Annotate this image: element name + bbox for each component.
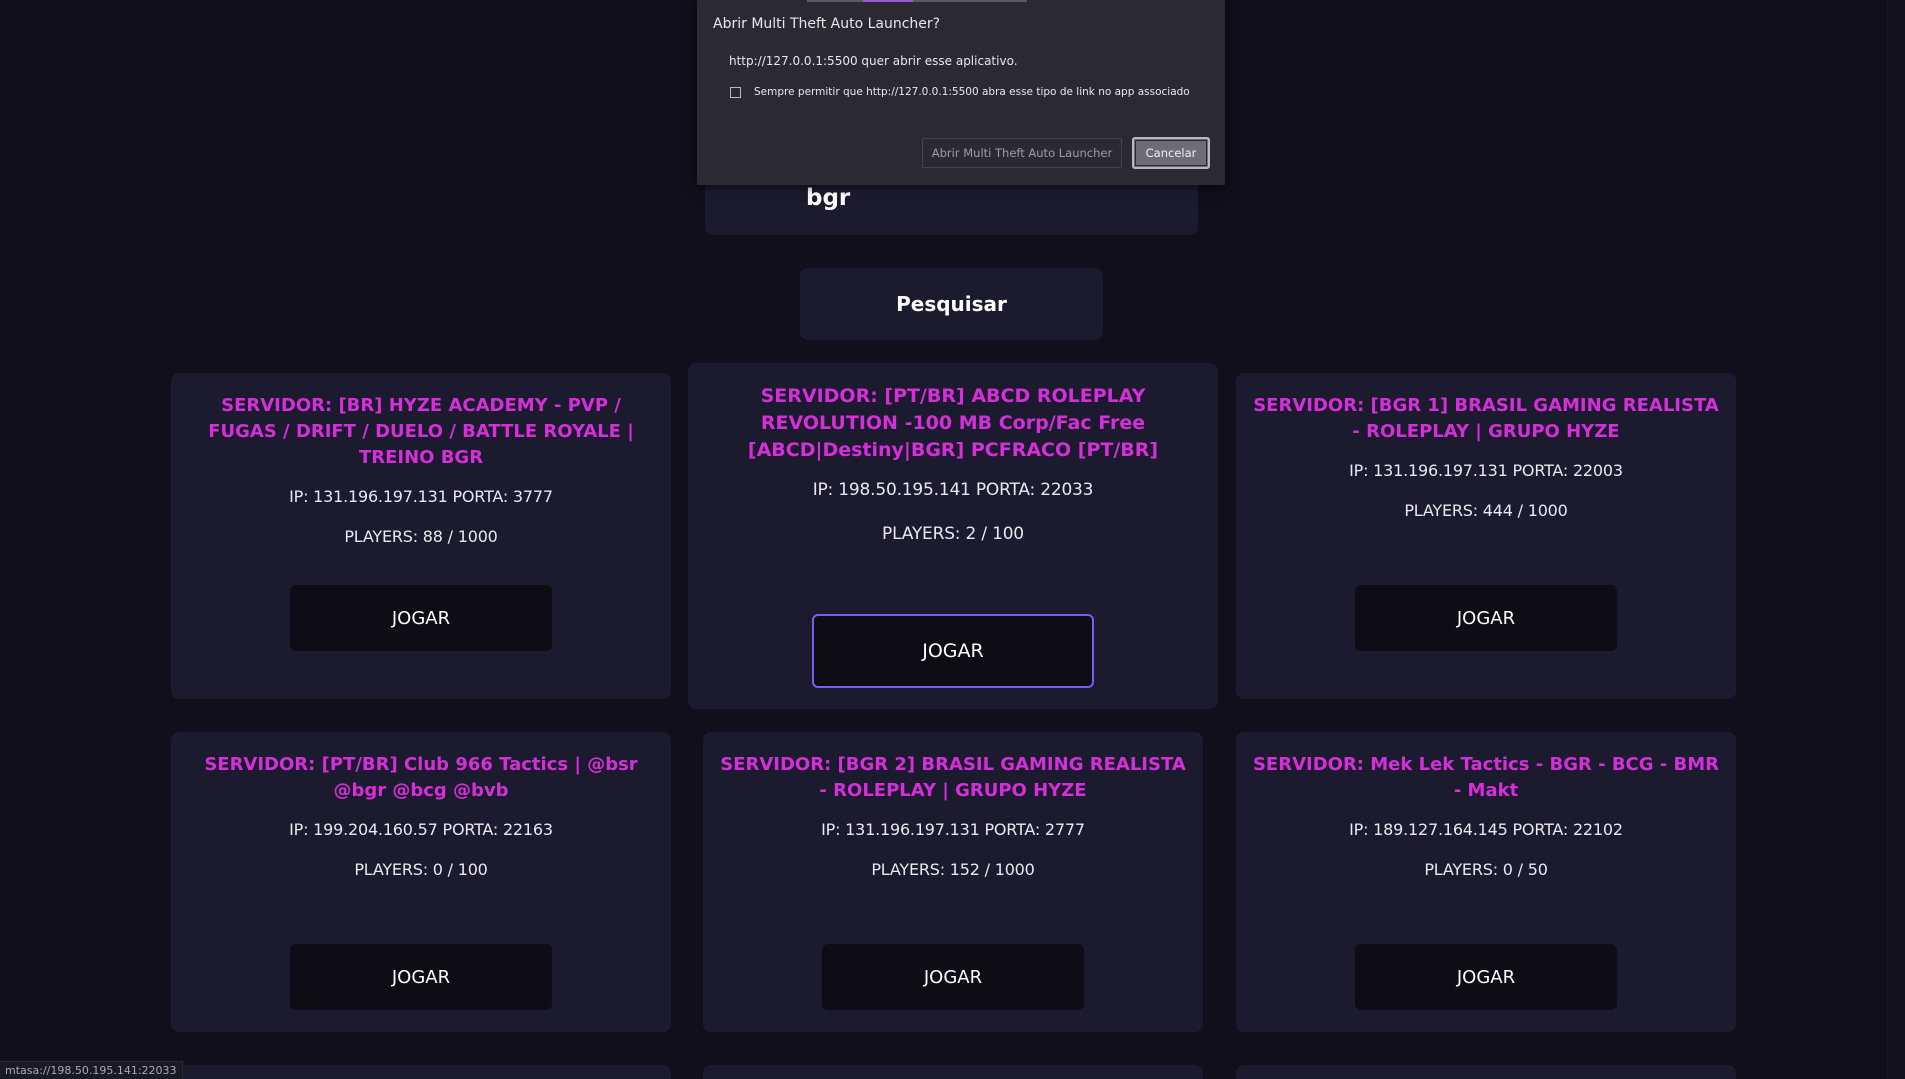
server-players: PLAYERS: 0 / 50: [1424, 860, 1548, 879]
page: bgr Pesquisar SERVIDOR: [BR] HYZE ACADEM…: [0, 0, 1905, 1079]
server-ip: IP: 199.204.160.57 PORTA: 22163: [289, 820, 553, 839]
server-card: [171, 1065, 671, 1079]
server-players: PLAYERS: 88 / 1000: [344, 527, 498, 546]
play-button[interactable]: JOGAR: [812, 614, 1094, 688]
play-button[interactable]: JOGAR: [822, 944, 1084, 1010]
always-allow-checkbox[interactable]: [730, 86, 741, 98]
play-button[interactable]: JOGAR: [290, 944, 552, 1010]
server-card: SERVIDOR: [PT/BR] Club 966 Tactics | @bs…: [171, 732, 671, 1032]
server-card: SERVIDOR: [BR] HYZE ACADEMY - PVP / FUGA…: [171, 373, 671, 699]
server-ip: IP: 198.50.195.141 PORTA: 22033: [812, 480, 1094, 500]
play-button[interactable]: JOGAR: [1355, 585, 1617, 651]
dialog-message: http://127.0.0.1:5500 quer abrir esse ap…: [729, 54, 1018, 68]
search-input-value: bgr: [806, 185, 851, 211]
server-card: [1236, 1065, 1736, 1079]
server-card: SERVIDOR: [PT/BR] ABCD ROLEPLAY REVOLUTI…: [688, 363, 1218, 709]
always-allow-label[interactable]: Sempre permitir que http://127.0.0.1:550…: [754, 86, 1190, 98]
server-ip: IP: 131.196.197.131 PORTA: 2777: [821, 820, 1085, 839]
server-players: PLAYERS: 444 / 1000: [1404, 501, 1568, 520]
cancel-button[interactable]: Cancelar: [1132, 137, 1210, 169]
search-button[interactable]: Pesquisar: [800, 268, 1103, 340]
dialog-title: Abrir Multi Theft Auto Launcher?: [713, 16, 941, 32]
server-card: SERVIDOR: [BGR 2] BRASIL GAMING REALISTA…: [703, 732, 1203, 1032]
server-ip: IP: 189.127.164.145 PORTA: 22102: [1349, 820, 1623, 839]
server-title: SERVIDOR: [PT/BR] ABCD ROLEPLAY REVOLUTI…: [747, 385, 1159, 461]
server-title: SERVIDOR: [BGR 1] BRASIL GAMING REALISTA…: [1253, 395, 1719, 442]
server-players: PLAYERS: 2 / 100: [882, 524, 1024, 544]
dialog-top-accent: [863, 0, 913, 2]
page-scrollbar[interactable]: [1887, 0, 1905, 1079]
server-card: SERVIDOR: Mek Lek Tactics - BGR - BCG - …: [1236, 732, 1736, 1032]
play-button[interactable]: JOGAR: [290, 585, 552, 651]
server-ip: IP: 131.196.197.131 PORTA: 3777: [289, 487, 553, 506]
server-title: SERVIDOR: [BGR 2] BRASIL GAMING REALISTA…: [720, 754, 1186, 801]
link-status-url: mtasa://198.50.195.141:22033: [0, 1061, 183, 1079]
always-allow-row[interactable]: Sempre permitir que http://127.0.0.1:550…: [730, 86, 1190, 98]
server-card: SERVIDOR: [BGR 1] BRASIL GAMING REALISTA…: [1236, 373, 1736, 699]
server-title: SERVIDOR: Mek Lek Tactics - BGR - BCG - …: [1252, 754, 1720, 801]
server-title: SERVIDOR: [BR] HYZE ACADEMY - PVP / FUGA…: [208, 395, 634, 468]
server-players: PLAYERS: 0 / 100: [354, 860, 488, 879]
open-app-button[interactable]: Abrir Multi Theft Auto Launcher: [922, 138, 1122, 168]
server-ip: IP: 131.196.197.131 PORTA: 22003: [1349, 461, 1623, 480]
dialog-top-edge: [807, 0, 1027, 2]
server-players: PLAYERS: 152 / 1000: [871, 860, 1035, 879]
play-button[interactable]: JOGAR: [1355, 944, 1617, 1010]
server-title: SERVIDOR: [PT/BR] Club 966 Tactics | @bs…: [204, 754, 638, 801]
server-card: [703, 1065, 1203, 1079]
open-app-dialog: Abrir Multi Theft Auto Launcher? http://…: [697, 0, 1225, 185]
